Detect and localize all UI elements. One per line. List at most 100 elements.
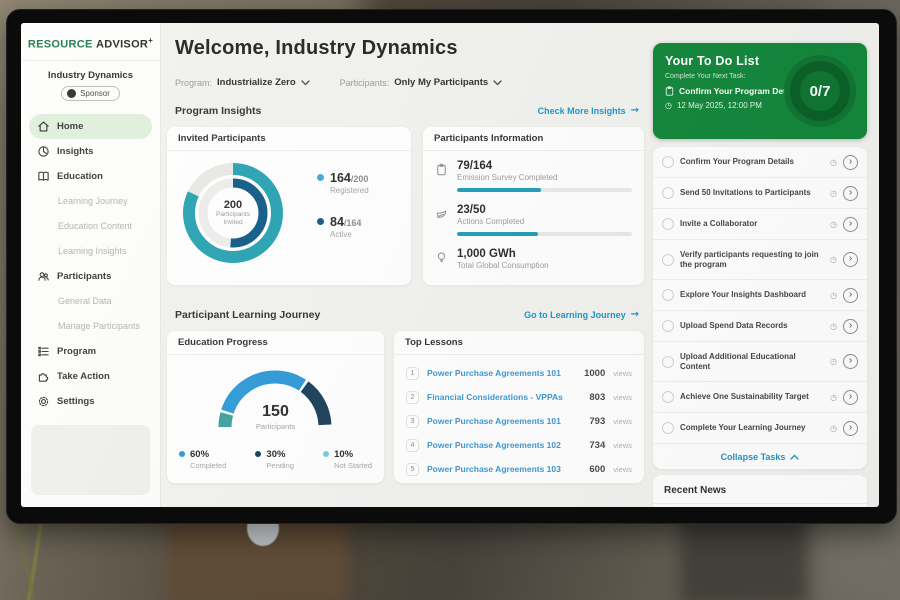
task-checkbox[interactable] [662, 422, 674, 434]
task-row[interactable]: Send 50 Invitations to Participants ◷ › [653, 178, 867, 209]
task-row[interactable]: Upload Spend Data Records ◷ › [653, 311, 867, 342]
task-label: Upload Spend Data Records [680, 321, 824, 331]
sidebar-item-settings[interactable]: Settings [21, 389, 160, 414]
sidebar-item-learning-insights[interactable]: Learning Insights [21, 239, 160, 264]
task-row[interactable]: Achieve One Sustainability Target ◷ › [653, 382, 867, 413]
task-checkbox[interactable] [662, 320, 674, 332]
metric-actions-completed: 23/50 Actions Completed [433, 204, 632, 236]
active-dot-icon [317, 218, 324, 225]
sidebar-item-label: Education [57, 171, 103, 182]
participants-filter-dropdown[interactable]: Participants: Only My Participants [340, 77, 503, 88]
sidebar-item-label: Learning Insights [58, 246, 127, 256]
task-checkbox[interactable] [662, 391, 674, 403]
chevron-down-icon [301, 80, 310, 86]
participants-information-card: Participants Information 79/164 Emission… [423, 127, 644, 285]
task-row[interactable]: Confirm Your Program Details ◷ › [653, 147, 867, 178]
sidebar-item-education[interactable]: Education [21, 164, 160, 189]
lesson-link[interactable]: Power Purchase Agreements 101 [427, 416, 581, 426]
lesson-views: 1000 [584, 368, 605, 379]
lesson-views: 793 [589, 416, 605, 427]
program-icon [37, 345, 50, 358]
task-row[interactable]: Invite a Collaborator ◷ › [653, 209, 867, 240]
task-label: Upload Additional Educational Content [680, 352, 824, 372]
learning-journey-heading: Participant Learning Journey [175, 309, 320, 321]
chevron-right-icon[interactable]: › [843, 288, 858, 303]
gauge-center-label: Participants [167, 422, 384, 431]
sidebar-item-program[interactable]: Program [21, 339, 160, 364]
program-insights-heading: Program Insights [175, 105, 261, 117]
task-clock-icon: ◷ [830, 189, 837, 198]
lesson-row: 3 Power Purchase Agreements 101 793 view… [406, 409, 632, 433]
actions-completed-caption: Actions Completed [457, 217, 632, 226]
emission-survey-progressbar [457, 188, 632, 192]
top-lessons-card: Top Lessons 1 Power Purchase Agreements … [394, 331, 644, 483]
todo-progress-value: 0/7 [783, 54, 857, 128]
participants-filter-value: Only My Participants [394, 77, 488, 88]
chevron-right-icon[interactable]: › [843, 155, 858, 170]
task-checkbox[interactable] [662, 254, 674, 266]
donut-center-value: 200 [224, 199, 242, 211]
chevron-right-icon[interactable]: › [843, 217, 858, 232]
todo-next-task: Confirm Your Program Details [679, 86, 800, 96]
lesson-link[interactable]: Power Purchase Agreements 102 [427, 440, 581, 450]
org-name: Industry Dynamics [21, 70, 160, 81]
task-clock-icon: ◷ [830, 322, 837, 331]
home-icon [37, 120, 50, 133]
task-label: Verify participants requesting to join t… [680, 250, 824, 270]
task-row[interactable]: Upload Additional Educational Content ◷ … [653, 342, 867, 382]
lesson-rank: 2 [406, 391, 419, 404]
sidebar-item-label: Take Action [57, 371, 110, 382]
take-action-icon [37, 370, 50, 383]
lesson-link[interactable]: Power Purchase Agreements 101 [427, 368, 576, 378]
participants-icon [37, 270, 50, 283]
completed-dot-icon [179, 451, 185, 457]
donut-center-label: Participants Invited [206, 211, 260, 228]
task-clock-icon: ◷ [830, 158, 837, 167]
task-checkbox[interactable] [662, 218, 674, 230]
task-row[interactable]: Verify participants requesting to join t… [653, 240, 867, 280]
task-label: Complete Your Learning Journey [680, 423, 824, 433]
program-filter-dropdown[interactable]: Program: Industrialize Zero [175, 77, 310, 88]
chevron-right-icon[interactable]: › [843, 319, 858, 334]
task-row[interactable]: Complete Your Learning Journey ◷ › [653, 413, 867, 444]
task-checkbox[interactable] [662, 187, 674, 199]
lesson-link[interactable]: Power Purchase Agreements 103 [427, 464, 581, 474]
collapse-tasks-label: Collapse Tasks [721, 452, 786, 462]
chevron-right-icon[interactable]: › [843, 252, 858, 267]
sidebar-item-education-content[interactable]: Education Content [21, 214, 160, 239]
sidebar-item-insights[interactable]: Insights [21, 139, 160, 164]
task-checkbox[interactable] [662, 356, 674, 368]
sidebar-item-label: General Data [58, 296, 112, 306]
sidebar-item-learning-journey[interactable]: Learning Journey [21, 189, 160, 214]
sidebar-item-label: Insights [57, 146, 93, 157]
completed-pct: 60% [190, 449, 226, 460]
task-checkbox[interactable] [662, 289, 674, 301]
check-more-insights-link[interactable]: Check More Insights → [538, 105, 639, 116]
lesson-rank: 4 [406, 439, 419, 452]
task-checkbox[interactable] [662, 156, 674, 168]
chevron-right-icon[interactable]: › [843, 421, 858, 436]
sidebar-item-general-data[interactable]: General Data [21, 289, 160, 314]
sidebar-item-home[interactable]: Home [29, 114, 152, 139]
sidebar-item-participants[interactable]: Participants [21, 264, 160, 289]
lesson-link[interactable]: Financial Considerations - VPPAs [427, 392, 581, 402]
collapse-tasks-link[interactable]: Collapse Tasks [653, 444, 867, 469]
lesson-views: 600 [589, 464, 605, 475]
program-filter-value: Industrialize Zero [217, 77, 296, 88]
actions-icon [435, 207, 448, 220]
arrow-right-icon: → [631, 105, 639, 116]
chevron-right-icon[interactable]: › [843, 390, 858, 405]
actions-completed-value: 23/50 [457, 204, 632, 216]
chevron-right-icon[interactable]: › [843, 186, 858, 201]
recent-news-card: Recent News [653, 475, 867, 507]
sidebar-item-manage-participants[interactable]: Manage Participants [21, 314, 160, 339]
sidebar-item-take-action[interactable]: Take Action [21, 364, 160, 389]
invited-participants-donut-chart: 200 Participants Invited [177, 157, 289, 269]
sidebar-item-label: Home [57, 121, 83, 132]
chevron-right-icon[interactable]: › [843, 354, 858, 369]
registered-dot-icon [317, 174, 324, 181]
active-caption: Active [330, 230, 361, 239]
task-row[interactable]: Explore Your Insights Dashboard ◷ › [653, 280, 867, 311]
emission-survey-value: 79/164 [457, 160, 632, 172]
go-to-learning-journey-link[interactable]: Go to Learning Journey → [524, 309, 639, 320]
